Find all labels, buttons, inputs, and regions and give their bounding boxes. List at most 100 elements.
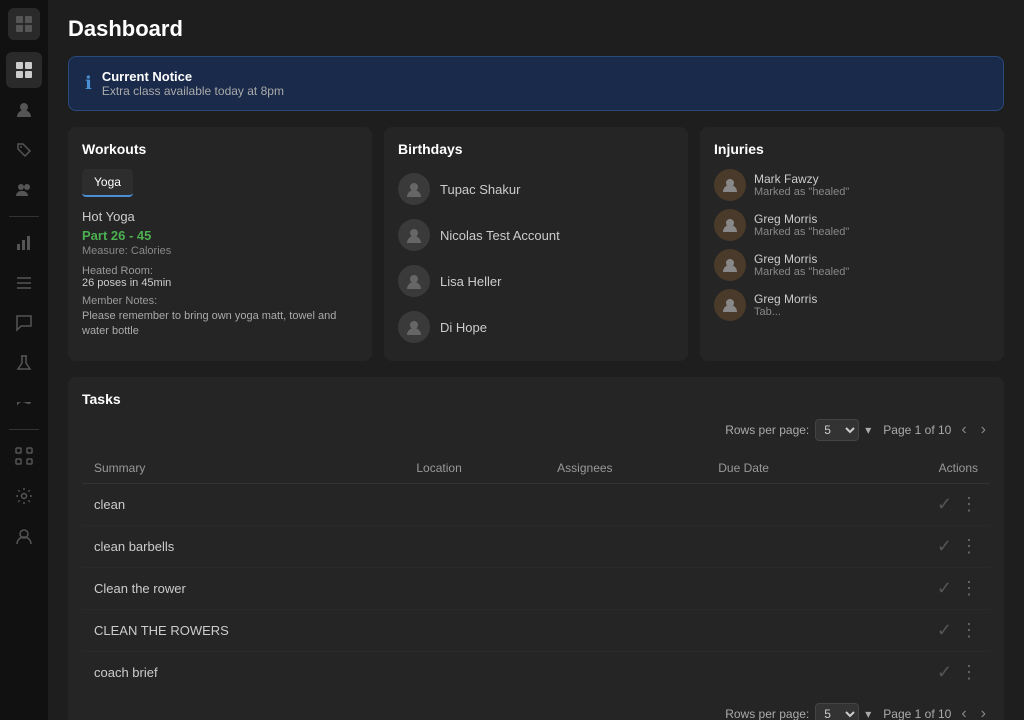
injury-status-2: Marked as "healed": [754, 266, 849, 278]
complete-task-icon-0[interactable]: ✓: [937, 494, 952, 515]
more-options-icon-3[interactable]: ⋮: [960, 620, 978, 641]
page-nav-top: Page 1 of 10 ‹ ›: [883, 419, 990, 441]
task-actions-1: ✓ ⋮: [858, 526, 990, 568]
task-assignees-1: [545, 526, 706, 568]
next-page-button-bottom[interactable]: ›: [977, 703, 990, 720]
injury-avatar-0: [714, 169, 746, 201]
prev-page-button-top[interactable]: ‹: [957, 419, 970, 441]
more-options-icon-2[interactable]: ⋮: [960, 578, 978, 599]
birthday-name-2: Lisa Heller: [440, 274, 501, 289]
sidebar-item-integrations[interactable]: [6, 438, 42, 474]
birthday-name-1: Nicolas Test Account: [440, 228, 560, 243]
injury-item-2[interactable]: Greg Morris Marked as "healed": [714, 249, 990, 281]
complete-task-icon-1[interactable]: ✓: [937, 536, 952, 557]
table-row: clean barbells ✓ ⋮: [82, 526, 990, 568]
col-actions: Actions: [858, 453, 990, 484]
workout-heated-value: 26 poses in 45min: [82, 277, 358, 289]
sidebar-divider-1: [9, 216, 39, 217]
task-due-date-3: [706, 610, 858, 652]
complete-task-icon-3[interactable]: ✓: [937, 620, 952, 641]
more-options-icon-0[interactable]: ⋮: [960, 494, 978, 515]
injury-list: Mark Fawzy Marked as "healed" Greg Morri…: [714, 169, 990, 321]
sidebar-item-dashboard[interactable]: [6, 52, 42, 88]
sidebar-item-users[interactable]: [6, 172, 42, 208]
birthday-avatar-1: [398, 219, 430, 251]
member-notes-value: Please remember to bring own yoga matt, …: [82, 309, 358, 340]
next-page-button-top[interactable]: ›: [977, 419, 990, 441]
tasks-table-header: Summary Location Assignees Due Date Acti…: [82, 453, 990, 484]
sidebar-logo[interactable]: [8, 8, 40, 40]
birthday-item-0[interactable]: Tupac Shakur: [398, 169, 674, 209]
more-options-icon-1[interactable]: ⋮: [960, 536, 978, 557]
injury-name-3: Greg Morris: [754, 292, 817, 306]
sidebar-item-chat[interactable]: [6, 305, 42, 341]
injury-item-3[interactable]: Greg Morris Tab...: [714, 289, 990, 321]
chevron-down-icon-bottom: ▾: [865, 707, 871, 720]
sidebar-item-list[interactable]: [6, 265, 42, 301]
task-location-4: [404, 652, 545, 694]
task-location-1: [404, 526, 545, 568]
info-icon: ℹ: [85, 73, 92, 94]
prev-page-button-bottom[interactable]: ‹: [957, 703, 970, 720]
tasks-table-body: clean ✓ ⋮ clean barbells: [82, 484, 990, 694]
page-label-bottom: Page 1 of 10: [883, 707, 951, 720]
table-row: coach brief ✓ ⋮: [82, 652, 990, 694]
task-summary-0: clean: [82, 484, 404, 526]
birthday-name-3: Di Hope: [440, 320, 487, 335]
task-actions-3: ✓ ⋮: [858, 610, 990, 652]
page-nav-bottom: Page 1 of 10 ‹ ›: [883, 703, 990, 720]
birthdays-card: Birthdays Tupac Shakur Nicolas Test Acco…: [384, 127, 688, 361]
rows-per-page-select-bottom[interactable]: 5 10 25: [815, 703, 859, 720]
sidebar-item-profile[interactable]: [6, 518, 42, 554]
sidebar-item-chart[interactable]: [6, 225, 42, 261]
injury-item-0[interactable]: Mark Fawzy Marked as "healed": [714, 169, 990, 201]
task-summary-2: Clean the rower: [82, 568, 404, 610]
workouts-card: Workouts Yoga Hot Yoga Part 26 - 45 Meas…: [68, 127, 372, 361]
injury-item-1[interactable]: Greg Morris Marked as "healed": [714, 209, 990, 241]
rows-per-page-select-top[interactable]: 5 10 25: [815, 419, 859, 441]
injury-avatar-3: [714, 289, 746, 321]
task-assignees-2: [545, 568, 706, 610]
rows-per-page-label-bottom: Rows per page:: [725, 707, 809, 720]
complete-task-icon-4[interactable]: ✓: [937, 662, 952, 683]
sidebar-divider-2: [9, 429, 39, 430]
complete-task-icon-2[interactable]: ✓: [937, 578, 952, 599]
col-assignees: Assignees: [545, 453, 706, 484]
task-summary-4: coach brief: [82, 652, 404, 694]
birthday-item-3[interactable]: Di Hope: [398, 307, 674, 347]
injury-info-1: Greg Morris Marked as "healed": [754, 212, 849, 238]
birthday-item-2[interactable]: Lisa Heller: [398, 261, 674, 301]
workouts-title: Workouts: [82, 141, 358, 157]
workout-tab[interactable]: Yoga: [82, 169, 133, 197]
sidebar-item-tag[interactable]: [6, 132, 42, 168]
tasks-bottom-pagination: Rows per page: 5 10 25 ▾ Page 1 of 10 ‹ …: [82, 703, 990, 720]
task-actions-0: ✓ ⋮: [858, 484, 990, 526]
task-due-date-2: [706, 568, 858, 610]
injury-name-0: Mark Fawzy: [754, 172, 849, 186]
injury-name-2: Greg Morris: [754, 252, 849, 266]
task-assignees-0: [545, 484, 706, 526]
task-location-3: [404, 610, 545, 652]
notice-content: Current Notice Extra class available tod…: [102, 69, 284, 98]
task-due-date-1: [706, 526, 858, 568]
task-summary-3: CLEAN THE ROWERS: [82, 610, 404, 652]
workout-name: Hot Yoga: [82, 209, 358, 224]
rows-per-page-top: Rows per page: 5 10 25 ▾: [725, 419, 871, 441]
sidebar-item-person[interactable]: [6, 92, 42, 128]
injury-name-1: Greg Morris: [754, 212, 849, 226]
injury-info-0: Mark Fawzy Marked as "healed": [754, 172, 849, 198]
sidebar-item-lab[interactable]: [6, 345, 42, 381]
birthdays-title: Birthdays: [398, 141, 674, 157]
col-location: Location: [404, 453, 545, 484]
tasks-card: Tasks Rows per page: 5 10 25 ▾ Page 1 of…: [68, 377, 1004, 720]
birthday-avatar-0: [398, 173, 430, 205]
rows-per-page-bottom: Rows per page: 5 10 25 ▾: [725, 703, 871, 720]
more-options-icon-4[interactable]: ⋮: [960, 662, 978, 683]
task-location-0: [404, 484, 545, 526]
injury-status-1: Marked as "healed": [754, 226, 849, 238]
table-row: Clean the rower ✓ ⋮: [82, 568, 990, 610]
birthday-item-1[interactable]: Nicolas Test Account: [398, 215, 674, 255]
sidebar-item-settings[interactable]: [6, 478, 42, 514]
col-due-date: Due Date: [706, 453, 858, 484]
sidebar-item-shoe[interactable]: [6, 385, 42, 421]
